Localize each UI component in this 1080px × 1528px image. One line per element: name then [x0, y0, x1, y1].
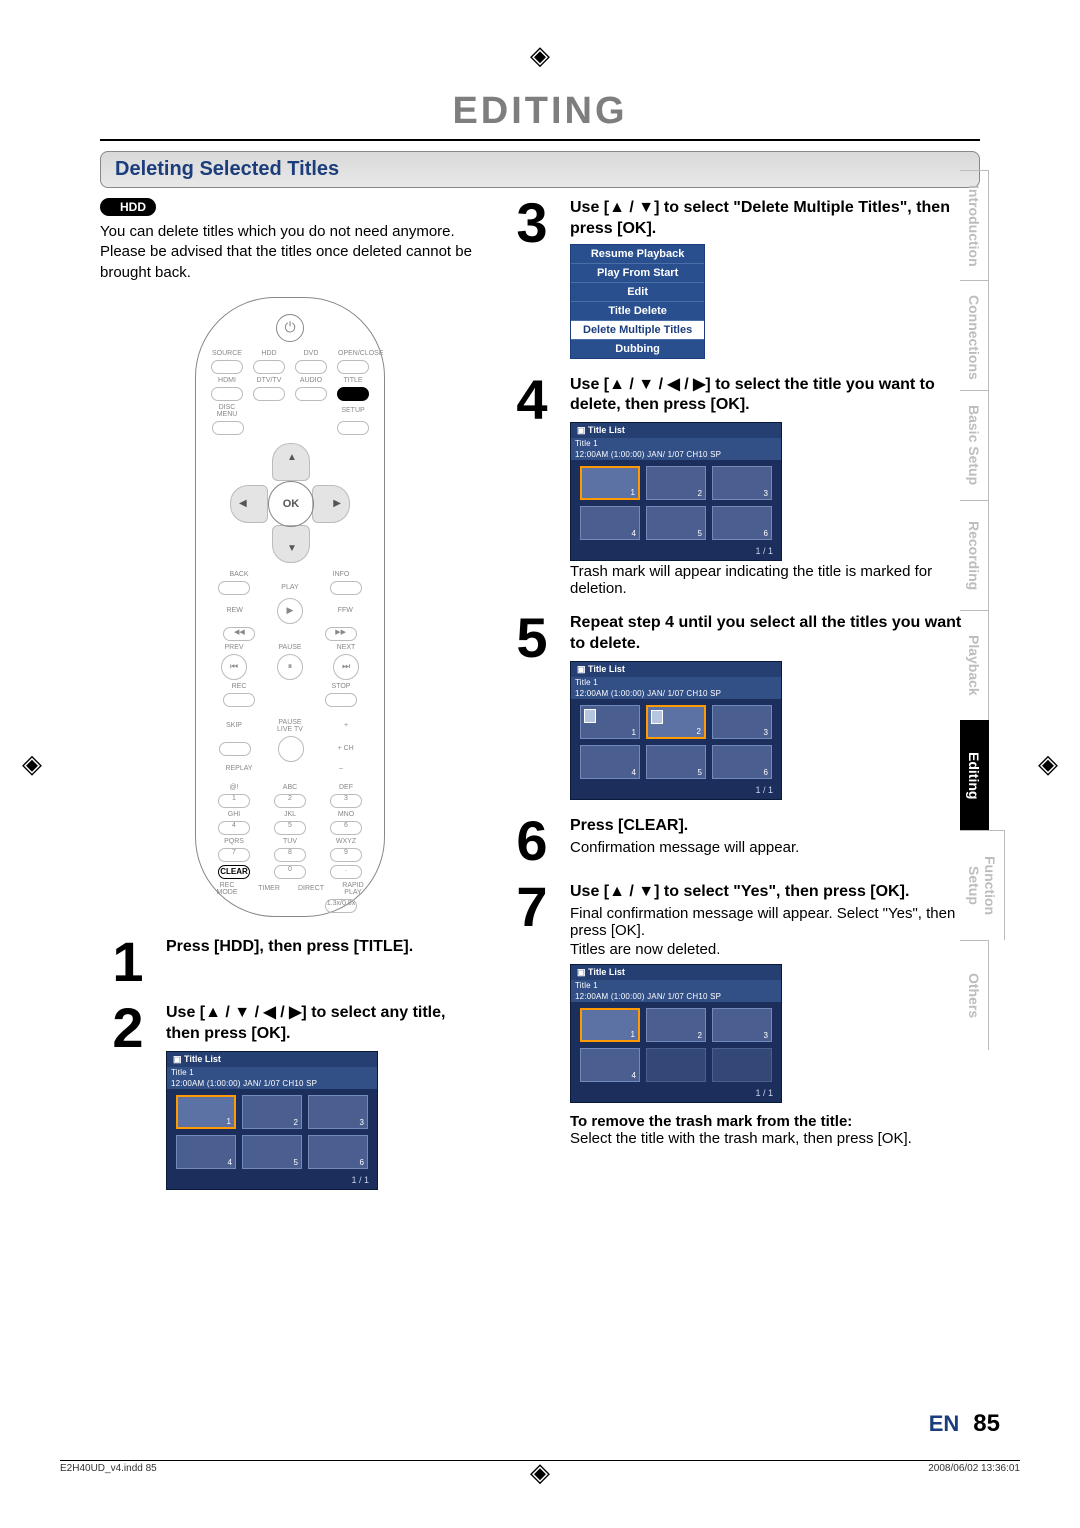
title-thumbnail: 2: [242, 1095, 302, 1129]
title-thumbnail: 4: [580, 1048, 640, 1082]
title-thumbnail: 3: [712, 705, 772, 739]
step-number: 5: [504, 613, 560, 800]
hdd-badge: HDD: [100, 198, 156, 216]
title-thumbnail: 3: [712, 1008, 772, 1042]
remove-heading: To remove the trash mark from the title:: [570, 1113, 852, 1130]
title-thumbnail: 3: [712, 466, 772, 500]
remove-text: Select the title with the trash mark, th…: [570, 1130, 912, 1147]
title-thumbnail: 5: [646, 506, 706, 540]
side-tabs: IntroductionConnectionsBasic SetupRecord…: [960, 170, 1030, 1050]
remote-dpad: ▲ ▼ ◀ ▶ OK: [230, 443, 350, 563]
remote-ok-button: OK: [268, 481, 314, 527]
step-heading: Use [▲ / ▼] to select "Yes", then press …: [570, 882, 980, 903]
footer-left: E2H40UD_v4.indd 85: [60, 1463, 157, 1474]
step-heading: Press [CLEAR].: [570, 816, 980, 837]
title-list-step2: ▣ Title List Title 1 12:00AM (1:00:00) J…: [166, 1051, 378, 1190]
step-text: Trash mark will appear indicating the ti…: [570, 563, 980, 597]
side-tab: Introduction: [960, 170, 989, 280]
print-mark-right: ◈: [1038, 749, 1058, 780]
title-thumbnail: [712, 1048, 772, 1082]
menu-item: Dubbing: [571, 339, 704, 358]
side-tab: Recording: [960, 500, 989, 610]
title-thumbnail: 2: [646, 705, 706, 739]
title-thumbnail: 1: [580, 1008, 640, 1042]
remote-clear-button: CLEAR: [218, 865, 250, 879]
trash-icon: [584, 709, 596, 723]
step-2: 2 Use [▲ / ▼ / ◀ / ▶] to select any titl…: [100, 1003, 480, 1190]
title-thumbnail: 3: [308, 1095, 368, 1129]
step-1: 1 Press [HDD], then press [TITLE].: [100, 937, 480, 987]
title-thumbnail: 2: [646, 1008, 706, 1042]
side-tab: Editing: [960, 720, 989, 830]
menu-item: Resume Playback: [571, 245, 704, 263]
side-tab: Others: [960, 940, 989, 1050]
title-list-step7: ▣ Title List Title 1 12:00AM (1:00:00) J…: [570, 964, 782, 1103]
step-6: 6 Press [CLEAR]. Confirmation message wi…: [504, 816, 980, 866]
step-heading: Use [▲ / ▼] to select "Delete Multiple T…: [570, 198, 980, 240]
step-number: 2: [100, 1003, 156, 1190]
step-3: 3 Use [▲ / ▼] to select "Delete Multiple…: [504, 198, 980, 359]
title-thumbnail: 5: [646, 745, 706, 779]
step-7: 7 Use [▲ / ▼] to select "Yes", then pres…: [504, 882, 980, 1147]
title-thumbnail: 6: [712, 745, 772, 779]
title-list-step5: ▣ Title List Title 1 12:00AM (1:00:00) J…: [570, 661, 782, 800]
title-thumbnail: 6: [308, 1135, 368, 1169]
intro-text: You can delete titles which you do not n…: [100, 222, 480, 283]
power-icon: ⏻: [276, 314, 304, 342]
chapter-rule: [100, 139, 980, 141]
side-tab: Basic Setup: [960, 390, 989, 500]
section-heading: Deleting Selected Titles: [100, 151, 980, 188]
side-tab: Playback: [960, 610, 989, 720]
remote-title-button: [337, 387, 369, 401]
step-number: 4: [504, 375, 560, 598]
title-thumbnail: 4: [176, 1135, 236, 1169]
step-text: Titles are now deleted.: [570, 941, 980, 958]
menu-item: Play From Start: [571, 263, 704, 282]
menu-item: Edit: [571, 282, 704, 301]
remote-illustration: ⏻ SOURCEHDDDVDOPEN/CLOSE HDMIDTV/TVAUDIO…: [195, 297, 385, 917]
chapter-title: EDITING: [60, 90, 1020, 133]
title-list-step4: ▣ Title List Title 1 12:00AM (1:00:00) J…: [570, 422, 782, 561]
step-text: Final confirmation message will appear. …: [570, 905, 980, 939]
step-4: 4 Use [▲ / ▼ / ◀ / ▶] to select the titl…: [504, 375, 980, 598]
step-number: 3: [504, 198, 560, 359]
menu-item: Title Delete: [571, 301, 704, 320]
side-tab: Function Setup: [960, 830, 1005, 940]
title-thumbnail: 6: [712, 506, 772, 540]
step-heading: Use [▲ / ▼ / ◀ / ▶] to select the title …: [570, 375, 980, 417]
step-number: 6: [504, 816, 560, 866]
title-thumbnail: 1: [176, 1095, 236, 1129]
step-heading: Repeat step 4 until you select all the t…: [570, 613, 980, 655]
title-thumbnail: 4: [580, 506, 640, 540]
title-thumbnail: [646, 1048, 706, 1082]
step-number: 1: [100, 937, 156, 987]
footer-right: 2008/06/02 13:36:01: [928, 1463, 1020, 1474]
step-5: 5 Repeat step 4 until you select all the…: [504, 613, 980, 800]
step-number: 7: [504, 882, 560, 1147]
context-menu: Resume PlaybackPlay From StartEditTitle …: [570, 244, 705, 359]
step-heading: Press [HDD], then press [TITLE].: [166, 937, 480, 958]
print-mark-left: ◈: [22, 749, 42, 780]
title-thumbnail: 1: [580, 466, 640, 500]
step-text: Confirmation message will appear.: [570, 839, 980, 856]
page-number: EN85: [929, 1410, 1000, 1438]
side-tab: Connections: [960, 280, 989, 390]
step-heading: Use [▲ / ▼ / ◀ / ▶] to select any title,…: [166, 1003, 480, 1045]
menu-item: Delete Multiple Titles: [571, 320, 704, 339]
title-thumbnail: 4: [580, 745, 640, 779]
title-thumbnail: 1: [580, 705, 640, 739]
title-thumbnail: 2: [646, 466, 706, 500]
title-thumbnail: 5: [242, 1135, 302, 1169]
print-mark-top: ◈: [530, 40, 550, 71]
trash-icon: [651, 710, 663, 724]
